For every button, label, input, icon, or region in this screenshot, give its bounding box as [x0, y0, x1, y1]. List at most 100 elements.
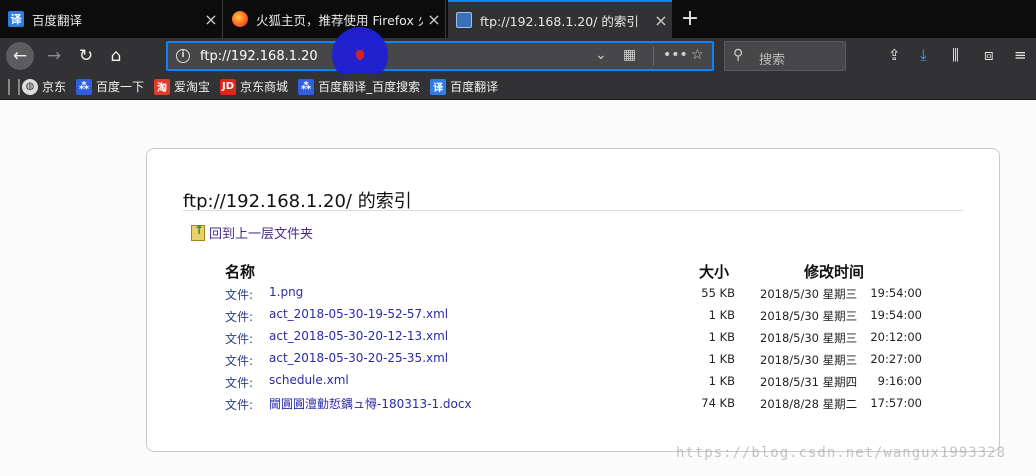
file-date: 2018/5/30 星期三: [760, 309, 858, 323]
file-type-label: 文件:: [225, 288, 254, 302]
forward-button[interactable]: →: [40, 42, 68, 70]
file-time: 17:57:00: [870, 396, 922, 410]
tab-firefox-home[interactable]: 火狐主页，推荐使用 Firefox 火 ×: [224, 0, 446, 38]
page-actions-icon[interactable]: •••: [663, 47, 688, 63]
file-date: 2018/8/28 星期二: [760, 397, 858, 411]
parent-directory-link[interactable]: 回到上一层文件夹: [191, 223, 313, 242]
file-link[interactable]: act_2018-05-30-20-12-13.xml: [269, 329, 448, 343]
directory-listing-panel: ftp://192.168.1.20/ 的索引 回到上一层文件夹 名称 大小 修…: [146, 148, 1000, 452]
reload-button[interactable]: ↻: [72, 42, 100, 70]
bookmark-label: 爱淘宝: [174, 80, 211, 94]
file-date: 2018/5/30 星期三: [760, 331, 858, 345]
close-tab-icon[interactable]: ×: [650, 11, 672, 30]
tab-title: 火狐主页，推荐使用 Firefox 火: [256, 12, 423, 28]
new-tab-button[interactable]: +: [676, 6, 704, 32]
bookmark-label: 京东: [42, 80, 67, 94]
tab-title: ftp://192.168.1.20/ 的索引: [480, 13, 639, 29]
bookmark-aitaobao[interactable]: 淘 爱淘宝: [154, 74, 210, 100]
table-row: 文件: act_2018-05-30-19-52-57.xml 1 KB 201…: [147, 305, 1001, 327]
arrow-left-icon: ←: [12, 46, 28, 66]
file-type-label: 文件:: [225, 310, 254, 324]
file-link[interactable]: act_2018-05-30-19-52-57.xml: [269, 307, 448, 321]
file-time: 9:16:00: [877, 374, 922, 388]
bookmark-baidu-fanyi-search[interactable]: ⁂ 百度翻译_百度搜索: [298, 74, 420, 100]
bookmark-label: 百度翻译_百度搜索: [318, 80, 421, 94]
home-button[interactable]: ⌂: [102, 42, 130, 70]
taobao-icon: 淘: [154, 78, 171, 95]
file-size: 74 KB: [701, 396, 735, 410]
bookmark-jd[interactable]: ◍ 京东: [22, 74, 66, 100]
watermark: https://blog.csdn.net/wangux1993328: [676, 445, 1007, 461]
bookmark-baidu-fanyi[interactable]: 译 百度翻译: [430, 74, 498, 100]
file-link[interactable]: schedule.xml: [269, 373, 349, 387]
file-size: 1 KB: [708, 352, 735, 366]
tab-title: 百度翻译: [32, 12, 83, 28]
file-time: 19:54:00: [870, 308, 922, 322]
file-type-label: 文件:: [225, 332, 254, 346]
firefox-icon: [232, 11, 248, 27]
table-row: 文件: act_2018-05-30-20-25-35.xml 1 KB 201…: [147, 349, 1001, 371]
file-link[interactable]: 閫圓圓澶勭悊鍝ュ憳-180313-1.docx: [269, 395, 472, 412]
bookmark-jd-mall[interactable]: JD 京东商城: [220, 74, 288, 100]
bookmark-label: 京东商城: [240, 80, 289, 94]
file-date: 2018/5/30 星期三: [760, 287, 858, 301]
reload-icon: ↻: [78, 46, 94, 66]
bookmark-label: 百度一下: [96, 80, 145, 94]
close-tab-icon[interactable]: ×: [423, 10, 445, 29]
menu-icon[interactable]: ≡: [1014, 46, 1027, 64]
file-size: 1 KB: [708, 308, 735, 322]
toolbar-grip: [0, 74, 22, 100]
file-time: 19:54:00: [870, 286, 922, 300]
up-folder-icon: [191, 223, 205, 241]
search-placeholder: 搜索: [759, 53, 786, 68]
table-row: 文件: 1.png 55 KB 2018/5/30 星期三 19:54:00: [147, 283, 1001, 305]
file-type-label: 文件:: [225, 376, 254, 390]
bookmarks-toolbar: ◍ 京东 ⁂ 百度一下 淘 爱淘宝 JD 京东商城 ⁂ 百度翻译_百度搜索 译 …: [0, 74, 1036, 100]
file-link[interactable]: act_2018-05-30-20-25-35.xml: [269, 351, 448, 365]
url-bar[interactable]: i ftp://192.168.1.20 ⌄ ▦ ••• ☆: [166, 41, 714, 71]
file-type-label: 文件:: [225, 398, 254, 412]
chevron-down-icon[interactable]: ⌄: [595, 47, 607, 63]
info-icon[interactable]: i: [176, 49, 190, 63]
parent-directory-label[interactable]: 回到上一层文件夹: [209, 223, 313, 242]
globe-icon: ◍: [22, 78, 38, 95]
tab-ftp-index[interactable]: ftp://192.168.1.20/ 的索引 ×: [448, 0, 672, 38]
screenshot-icon[interactable]: ⧈: [984, 46, 994, 64]
baidu-paw-icon: ⁂: [298, 78, 315, 95]
search-box[interactable]: ⚲ 搜索: [724, 41, 846, 71]
file-time: 20:27:00: [870, 352, 922, 366]
navigation-toolbar: ← → ↻ ⌂ i ftp://192.168.1.20 ⌄ ▦ ••• ☆ ⚲…: [0, 38, 1036, 74]
bookmark-baidu[interactable]: ⁂ 百度一下: [76, 74, 144, 100]
back-button[interactable]: ←: [6, 42, 34, 70]
tab-baidu-fanyi[interactable]: 译 百度翻译 ×: [0, 0, 223, 38]
url-text[interactable]: ftp://192.168.1.20: [200, 49, 318, 64]
ftp-icon: [456, 12, 472, 28]
table-row: 文件: 閫圓圓澶勭悊鍝ュ憳-180313-1.docx 74 KB 2018/8…: [147, 393, 1001, 415]
downloads-icon[interactable]: ⤓: [920, 46, 927, 64]
fanyi-icon: 译: [430, 78, 447, 95]
tab-strip: 译 百度翻译 × 火狐主页，推荐使用 Firefox 火 × ftp://192…: [0, 0, 1036, 38]
table-row: 文件: act_2018-05-30-20-12-13.xml 1 KB 201…: [147, 327, 1001, 349]
divider: [183, 210, 963, 211]
arrow-right-icon: →: [46, 46, 62, 66]
file-size: 1 KB: [708, 374, 735, 388]
column-header-size[interactable]: 大小: [699, 261, 729, 282]
table-row: 文件: schedule.xml 1 KB 2018/5/31 星期四 9:16…: [147, 371, 1001, 393]
file-size: 55 KB: [701, 286, 735, 300]
star-bookmark-icon[interactable]: ☆: [691, 47, 704, 63]
file-date: 2018/5/30 星期三: [760, 353, 858, 367]
column-header-modified[interactable]: 修改时间: [804, 261, 864, 282]
fanyi-icon: 译: [8, 11, 24, 27]
page-content: ftp://192.168.1.20/ 的索引 回到上一层文件夹 名称 大小 修…: [0, 100, 1036, 476]
save-to-pocket-icon[interactable]: ⇪: [888, 46, 901, 64]
url-separator: [653, 46, 654, 66]
close-tab-icon[interactable]: ×: [200, 10, 222, 29]
file-type-label: 文件:: [225, 354, 254, 368]
baidu-paw-icon: ⁂: [76, 78, 93, 95]
qr-code-icon[interactable]: ▦: [623, 47, 636, 63]
jd-icon: JD: [220, 78, 237, 95]
library-icon[interactable]: ⫼: [952, 46, 959, 64]
file-link[interactable]: 1.png: [269, 285, 303, 299]
home-icon: ⌂: [110, 46, 122, 66]
column-header-name[interactable]: 名称: [225, 261, 255, 282]
